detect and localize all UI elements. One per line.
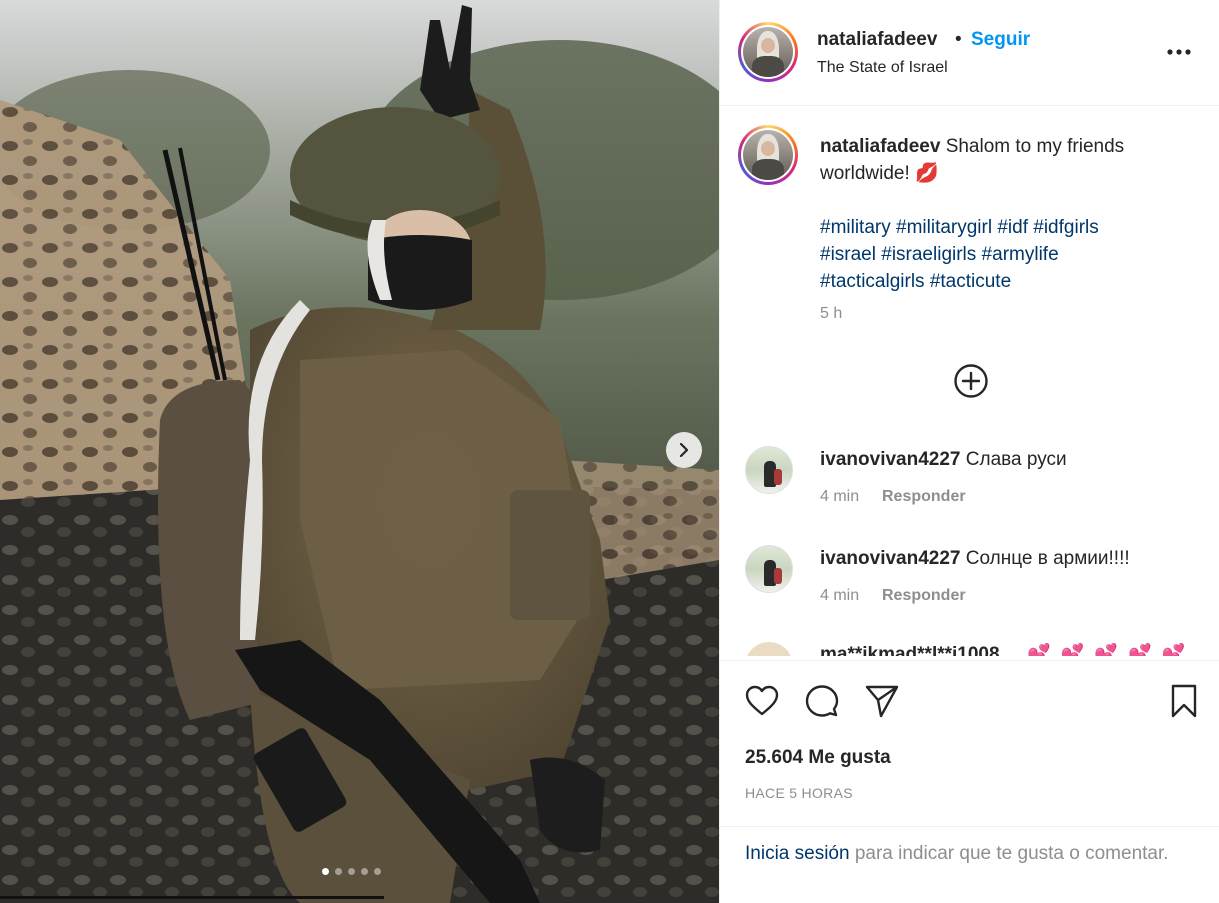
hashtag-line[interactable]: #tacticalgirls #tacticute (820, 268, 1180, 295)
hashtag-line[interactable]: #israel #israeligirls #armylife (820, 241, 1180, 268)
more-options-button[interactable] (1167, 40, 1191, 64)
save-button[interactable] (1166, 683, 1202, 719)
login-prompt-rest: para indicar que te gusta o comentar. (849, 843, 1169, 864)
chevron-right-icon (679, 443, 689, 457)
caption-avatar[interactable] (738, 125, 798, 185)
carousel-indicator (322, 868, 381, 875)
follow-button[interactable]: Seguir (971, 29, 1030, 51)
like-button[interactable] (744, 683, 780, 719)
comment-icon (805, 685, 839, 717)
login-prompt-text: Inicia sesión para indicar que te gusta … (745, 840, 1185, 867)
comment-text: 💕💕💕💕💕 (1027, 644, 1196, 656)
caption: nataliafadeev Shalom to my friends world… (820, 133, 1200, 187)
plus-circle-icon (954, 364, 988, 398)
caption-hashtags: #military #militarygirl #idf #idfgirls #… (820, 214, 1180, 295)
author-avatar[interactable] (738, 22, 798, 82)
separator-dot: • (955, 29, 962, 50)
comment-line: ivanovivan4227 Слава руси (820, 449, 1067, 471)
heart-icon (745, 685, 779, 716)
likes-count[interactable]: 25.604 Me gusta (745, 747, 891, 769)
carousel-dot (348, 868, 355, 875)
comment-text: Солнце в армии!!!! (965, 548, 1130, 569)
comment-time: 4 min (820, 587, 860, 604)
post-photo[interactable] (0, 0, 719, 903)
hashtag-line[interactable]: #military #militarygirl #idf #idfgirls (820, 214, 1180, 241)
reply-button[interactable]: Responder (882, 587, 966, 605)
commenter-username[interactable]: ivanovivan4227 (820, 449, 960, 470)
caption-time: 5 h (820, 305, 843, 322)
carousel-dot (374, 868, 381, 875)
login-link[interactable]: Inicia sesión (745, 843, 850, 864)
post-sidebar: nataliafadeev • Seguir The State of Isra… (719, 0, 1219, 903)
commenter-username[interactable]: ma**ikmad**l**i1008 (820, 644, 1000, 656)
carousel-dot (361, 868, 368, 875)
commenter-avatar[interactable] (745, 642, 793, 656)
comment-line: ivanovivan4227 Солнце в армии!!!! (820, 548, 1130, 570)
post-location[interactable]: The State of Israel (817, 59, 948, 77)
comment-text: Слава руси (965, 449, 1067, 470)
partial-comment: ma**ikmad**l**i1008 💕💕💕💕💕 (745, 642, 1205, 656)
bookmark-icon (1171, 684, 1197, 718)
send-icon (865, 685, 899, 718)
login-prompt: Inicia sesión para indicar que te gusta … (720, 826, 1219, 903)
reply-button[interactable]: Responder (882, 488, 966, 506)
scroll-indicator (0, 896, 384, 899)
share-button[interactable] (864, 683, 900, 719)
caption-username[interactable]: nataliafadeev (820, 136, 940, 157)
more-horizontal-icon (1167, 49, 1191, 55)
commenter-avatar[interactable] (745, 446, 793, 494)
post-header: nataliafadeev • Seguir The State of Isra… (720, 0, 1219, 106)
comment-button[interactable] (804, 683, 840, 719)
author-username[interactable]: nataliafadeev (817, 29, 937, 51)
commenter-username[interactable]: ivanovivan4227 (820, 548, 960, 569)
carousel-dot (322, 868, 329, 875)
soldier-photo (0, 0, 719, 903)
carousel-next-button[interactable] (666, 432, 702, 468)
carousel-dot (335, 868, 342, 875)
commenter-avatar[interactable] (745, 545, 793, 593)
post-timestamp: HACE 5 HORAS (745, 785, 853, 801)
load-more-comments-button[interactable] (953, 363, 989, 399)
comment-time: 4 min (820, 488, 860, 505)
